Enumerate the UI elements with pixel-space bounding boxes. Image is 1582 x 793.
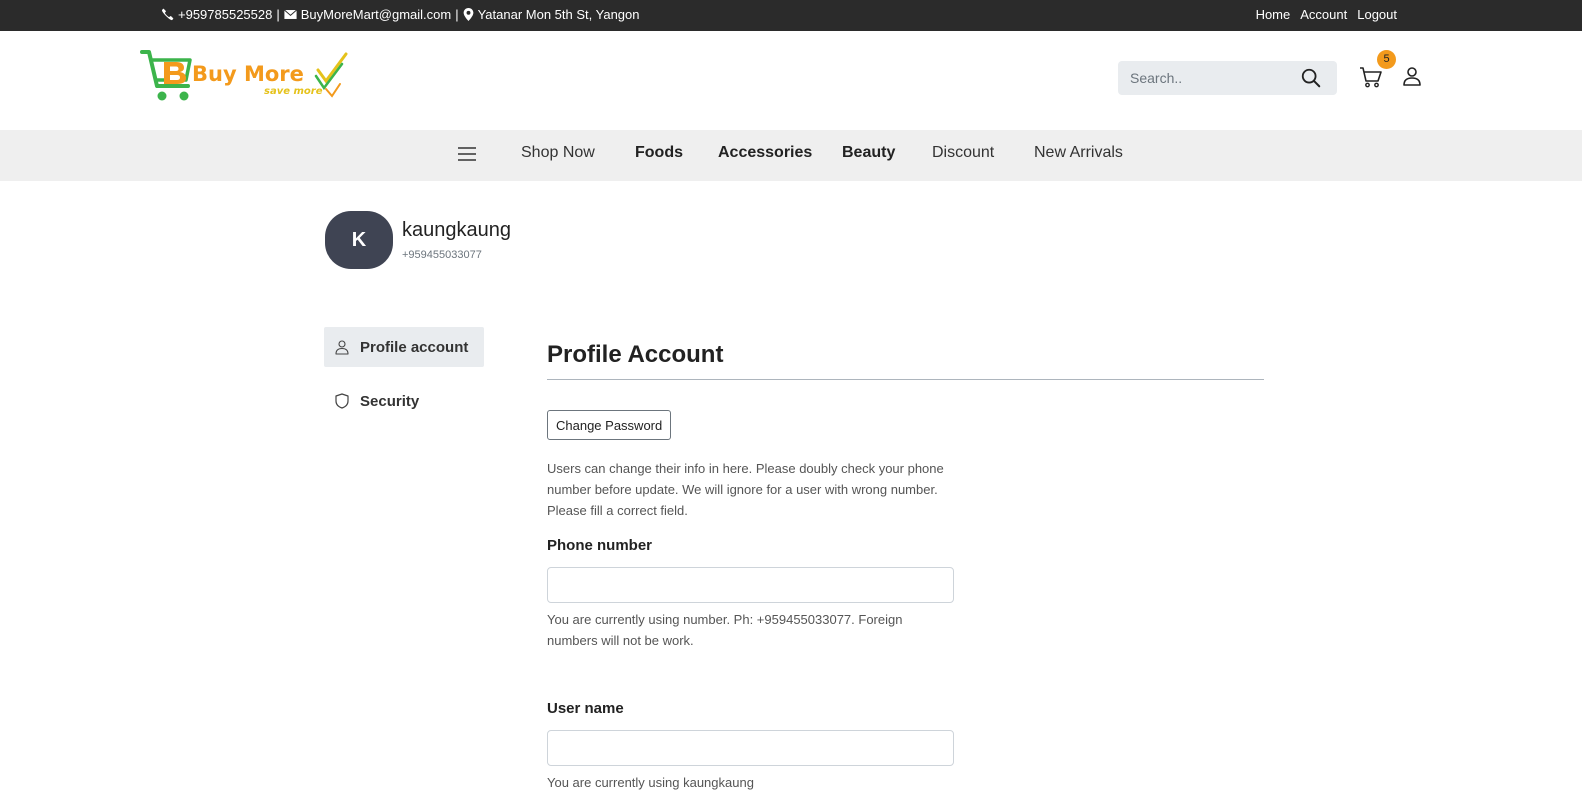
phone-icon xyxy=(161,8,174,21)
header: Buy More save more 5 xyxy=(0,31,1582,130)
search-box xyxy=(1118,61,1337,95)
location-pin-icon xyxy=(463,8,473,21)
top-bar: +959785525528 | BuyMoreMart@gmail.com | … xyxy=(0,0,1582,31)
category-nav: Shop Now Foods Accessories Beauty Discou… xyxy=(0,130,1582,181)
cart-icon[interactable] xyxy=(1359,65,1383,89)
home-link[interactable]: Home xyxy=(1256,7,1291,22)
nav-discount[interactable]: Discount xyxy=(932,144,994,162)
phone-number-input[interactable] xyxy=(547,567,954,603)
profile-username: kaungkaung xyxy=(402,219,511,241)
profile-phone: +959455033077 xyxy=(402,249,482,261)
logo-tagline: save more xyxy=(264,86,323,97)
buy-more-logo[interactable]: Buy More save more xyxy=(140,48,352,106)
email-address: BuyMoreMart@gmail.com xyxy=(300,7,452,22)
user-name-input[interactable] xyxy=(547,730,954,766)
nav-accessories[interactable]: Accessories xyxy=(718,144,812,162)
sidebar-item-label: Security xyxy=(360,392,420,410)
sidebar-item-security[interactable]: Security xyxy=(324,381,484,421)
nav-foods[interactable]: Foods xyxy=(635,144,683,162)
user-name-label: User name xyxy=(547,700,624,717)
phone-number-help: You are currently using number. Ph: +959… xyxy=(547,612,903,648)
envelope-icon xyxy=(283,9,297,19)
separator: | xyxy=(276,7,280,22)
search-input[interactable] xyxy=(1128,69,1292,87)
user-icon xyxy=(335,340,349,355)
separator: | xyxy=(455,7,459,22)
page-title: Profile Account xyxy=(547,341,724,368)
shield-icon xyxy=(335,393,349,409)
contact-info: +959785525528 | BuyMoreMart@gmail.com | … xyxy=(161,7,639,22)
hamburger-menu-icon[interactable] xyxy=(456,143,478,165)
sidebar-item-profile-account[interactable]: Profile account xyxy=(324,327,484,367)
sidebar-item-label: Profile account xyxy=(360,338,469,356)
user-icon[interactable] xyxy=(1402,66,1422,86)
logout-link[interactable]: Logout xyxy=(1357,7,1397,22)
nav-new-arrivals[interactable]: New Arrivals xyxy=(1034,144,1123,162)
nav-beauty[interactable]: Beauty xyxy=(842,144,895,162)
top-links: Home Account Logout xyxy=(1256,7,1397,22)
phone-number-label: Phone number xyxy=(547,537,653,554)
phone-number: +959785525528 xyxy=(178,7,273,22)
title-divider xyxy=(547,379,1264,380)
nav-shop-now[interactable]: Shop Now xyxy=(521,144,595,162)
user-name-help: You are currently using kaungkaung xyxy=(547,775,754,790)
intro-text: Users can change their info in here. Ple… xyxy=(547,461,944,518)
store-address: Yatanar Mon 5th St, Yangon xyxy=(477,7,640,22)
avatar: K xyxy=(325,211,393,269)
logo-text: Buy More xyxy=(192,62,304,86)
account-link[interactable]: Account xyxy=(1300,7,1347,22)
search-icon[interactable] xyxy=(1300,67,1322,89)
cart-count-badge: 5 xyxy=(1377,50,1396,69)
change-password-button[interactable]: Change Password xyxy=(547,410,672,440)
